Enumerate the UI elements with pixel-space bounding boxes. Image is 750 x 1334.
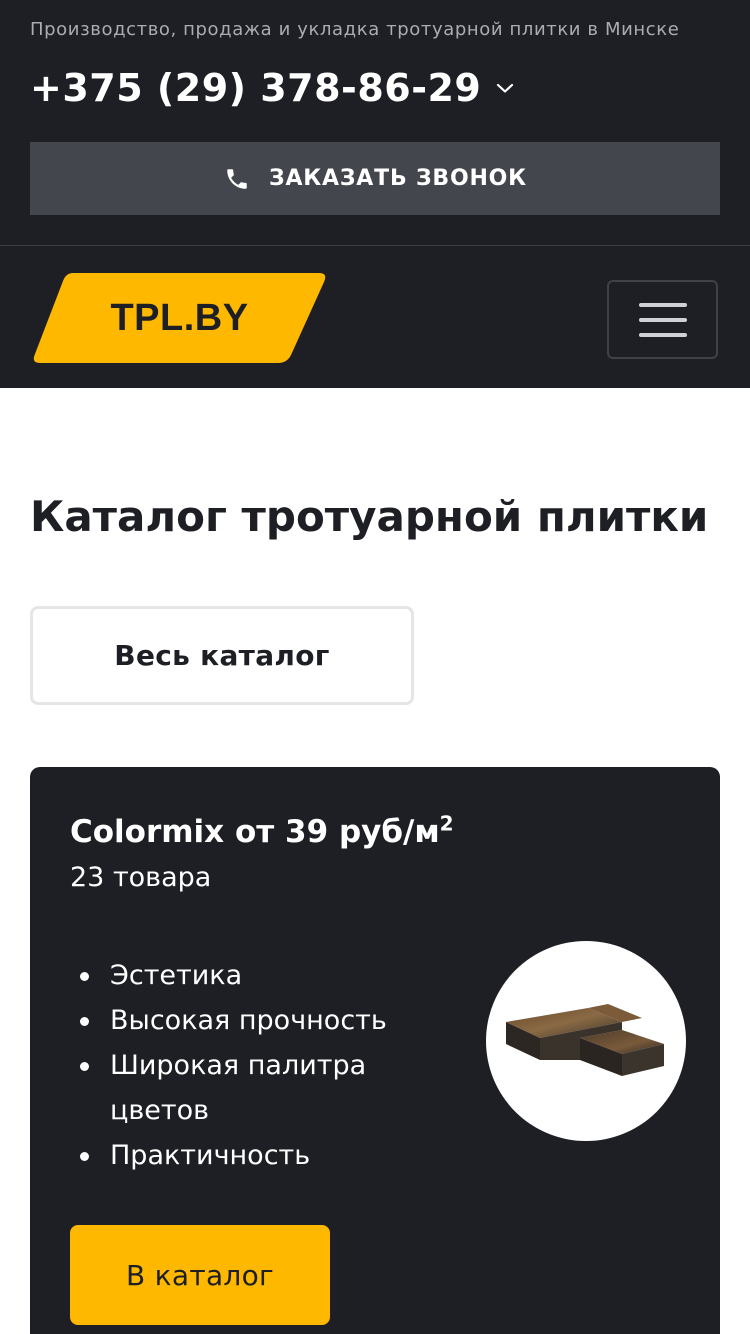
navbar: TPL.BY	[0, 245, 750, 388]
all-catalog-button[interactable]: Весь каталог	[30, 606, 414, 705]
hamburger-menu-icon-line	[638, 332, 687, 337]
feature-item: Практичность	[70, 1133, 440, 1178]
order-callback-button[interactable]: ЗАКАЗАТЬ ЗВОНОК	[30, 142, 720, 215]
feature-item: Широкая палитра цветов	[70, 1043, 440, 1133]
feature-item: Высокая прочность	[70, 998, 440, 1043]
product-image	[486, 941, 686, 1141]
top-bar: Производство, продажа и укладка тротуарн…	[0, 0, 750, 245]
callback-label: ЗАКАЗАТЬ ЗВОНОК	[269, 166, 527, 191]
phone-dropdown[interactable]: +375 (29) 378-86-29	[30, 64, 720, 112]
logo-text: TPL.BY	[110, 296, 249, 339]
site-tagline: Производство, продажа и укладка тротуарн…	[30, 19, 680, 40]
site-logo[interactable]: TPL.BY	[33, 273, 326, 363]
hamburger-menu-icon-line	[638, 302, 687, 307]
card-product-count: 23 товара	[70, 862, 212, 893]
hamburger-menu-button[interactable]	[607, 280, 718, 359]
feature-item: Эстетика	[70, 953, 440, 998]
feature-list: Эстетика Высокая прочность Широкая палит…	[70, 953, 440, 1178]
card-title: Colormix от 39 руб/м2	[70, 811, 680, 853]
hamburger-menu-icon-line	[638, 317, 687, 322]
to-catalog-button[interactable]: В каталог	[70, 1225, 330, 1325]
card-title-superscript: 2	[439, 811, 454, 836]
catalog-card-colormix: Colormix от 39 руб/м2 23 товара Эстетика…	[30, 767, 720, 1334]
page-title: Каталог тротуарной плитки	[30, 492, 709, 541]
main-content: Каталог тротуарной плитки Весь каталог C…	[0, 488, 750, 1334]
chevron-down-icon[interactable]	[495, 78, 515, 98]
paving-tile-image	[506, 1004, 664, 1076]
phone-number-link[interactable]: +375 (29) 378-86-29	[30, 66, 481, 110]
phone-icon	[223, 165, 251, 193]
card-title-text: Colormix от 39 руб/м	[70, 814, 440, 850]
